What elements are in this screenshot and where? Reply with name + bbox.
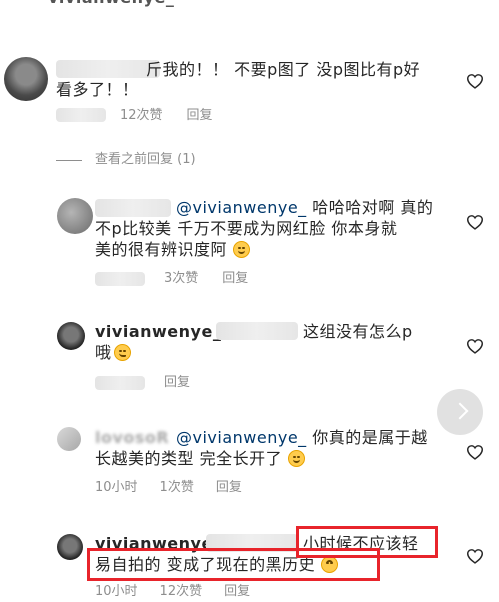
mention-link[interactable]: @vivianwenye_: [176, 198, 307, 217]
blurred-timestamp: [95, 376, 145, 390]
reply-button[interactable]: 回复: [222, 271, 248, 286]
reply-username-partial[interactable]: lovosoR: [95, 427, 169, 449]
reply-button[interactable]: 回复: [164, 375, 190, 390]
comment-text-line2: 看多了！！: [56, 80, 139, 99]
likes-count[interactable]: 12次赞: [160, 584, 203, 599]
reply-meta: 3次赞 回复: [164, 270, 272, 288]
avatar[interactable]: [57, 534, 83, 560]
view-previous-replies[interactable]: 查看之前回复 (1): [95, 151, 196, 169]
blurred-timestamp: [95, 272, 145, 286]
replies-divider: [56, 160, 82, 161]
chevron-right-icon[interactable]: [437, 389, 483, 435]
reply-text: 这组没有怎么p: [303, 322, 413, 341]
comment-text: 斤我的！！ 不要p图了 没p图比有p好: [146, 60, 421, 79]
reply-text: @vivianwenye_ 你真的是属于越: [176, 428, 428, 447]
reply-meta: 10小时 12次赞 回复: [95, 583, 274, 601]
comment-meta: 12次赞 回复: [120, 107, 237, 125]
top-username[interactable]: vivianwenye_: [48, 0, 174, 9]
likes-count[interactable]: 12次赞: [120, 108, 163, 123]
reply-text-line2: 哦: [95, 342, 131, 364]
heart-outline-icon[interactable]: [466, 444, 484, 460]
blurred-username: [56, 60, 160, 78]
highlight-box: [87, 548, 380, 581]
grinning-emoji-icon: [232, 241, 250, 258]
mention-link[interactable]: @vivianwenye_: [176, 428, 307, 447]
reply-button[interactable]: 回复: [224, 584, 250, 599]
blurred-timestamp: [56, 108, 106, 122]
avatar[interactable]: [57, 322, 85, 350]
likes-count[interactable]: 1次赞: [160, 480, 194, 495]
reply-text-line2: 长越美的类型 完全长开了: [95, 448, 305, 470]
timestamp: 10小时: [95, 584, 138, 599]
reply-button[interactable]: 回复: [187, 108, 213, 123]
avatar[interactable]: [57, 198, 93, 234]
reply-username[interactable]: vivianwenye_: [95, 321, 221, 343]
reply-button[interactable]: 回复: [216, 480, 242, 495]
reply-meta: 10小时 1次赞 回复: [95, 479, 266, 497]
reply-text: @vivianwenye_ 哈哈哈对啊 真的: [176, 198, 434, 217]
blurred-mention: [216, 322, 298, 340]
likes-count[interactable]: 3次赞: [164, 271, 198, 286]
grinning-emoji-icon: [287, 450, 305, 467]
heart-outline-icon[interactable]: [466, 214, 484, 230]
reply-text-line3: 美的很有辨识度阿: [95, 239, 250, 261]
avatar[interactable]: [57, 427, 81, 451]
avatar[interactable]: [4, 57, 48, 101]
reply-meta: 回复: [164, 374, 214, 392]
heart-outline-icon[interactable]: [466, 338, 484, 354]
heart-outline-icon[interactable]: [466, 73, 484, 89]
timestamp: 10小时: [95, 480, 138, 495]
blurred-username: [95, 199, 171, 217]
smirk-emoji-icon: [113, 344, 131, 361]
heart-outline-icon[interactable]: [466, 548, 484, 564]
reply-text-line2: 不p比较美 千万不要成为网红脸 你本身就: [95, 219, 398, 238]
